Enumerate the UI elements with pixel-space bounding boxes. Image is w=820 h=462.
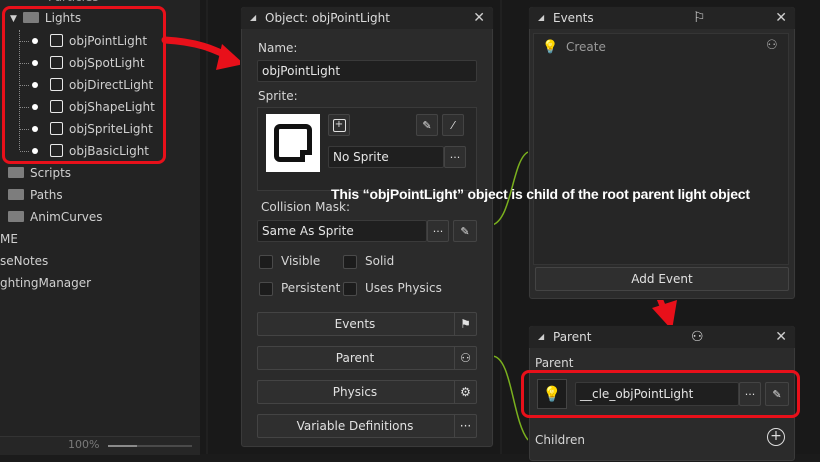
close-icon[interactable]: ✕ [775, 7, 787, 29]
edit-icon: ✎ [460, 224, 470, 238]
sprite-label: Sprite: [258, 89, 298, 103]
hierarchy-icon: ⚇ [766, 38, 778, 53]
object-editor-window: ◢ Object: objPointLight ✕ Name: objPoint… [240, 6, 494, 448]
edit-icon: ✎ [422, 118, 432, 132]
add-event-button[interactable]: Add Event [535, 267, 789, 291]
sprite-select[interactable]: No Sprite [328, 146, 444, 168]
sprite-browse-button[interactable]: ··· [444, 146, 466, 168]
annotation-text: This “objPointLight” object is child of … [331, 186, 750, 202]
add-sprite-icon: + [332, 118, 346, 132]
sprite-preview[interactable] [266, 114, 320, 172]
parent-label: Parent [535, 356, 574, 370]
new-sprite-button[interactable]: + [328, 114, 350, 136]
uses-physics-checkbox[interactable] [343, 282, 357, 296]
visible-checkbox[interactable] [259, 255, 273, 269]
event-item-create[interactable]: Create [566, 40, 606, 54]
highlight-box-parent [521, 370, 800, 418]
events-window: ◢ Events ⚐ ✕ 💡 Create ⚇ Add Event [528, 6, 796, 300]
brush-icon: ⁄ [452, 118, 454, 132]
children-label: Children [535, 433, 585, 447]
close-icon[interactable]: ✕ [775, 326, 787, 348]
solid-checkbox[interactable] [343, 255, 357, 269]
solid-label: Solid [365, 254, 395, 268]
persistent-label: Persistent [281, 281, 341, 295]
hierarchy-icon: ⚇ [454, 346, 476, 370]
parent-button[interactable]: Parent ⚇ [257, 346, 477, 370]
lightbulb-icon: 💡 [542, 40, 559, 55]
events-button-label: Events [334, 317, 376, 331]
variable-definitions-button[interactable]: Variable Definitions ··· [257, 414, 477, 438]
collapse-icon[interactable]: ◢ [250, 7, 256, 29]
window-title: Parent [553, 330, 592, 344]
parent-button-label: Parent [335, 351, 375, 365]
collapse-icon[interactable]: ◢ [538, 326, 544, 348]
physics-button[interactable]: Physics ⚙ [257, 380, 477, 404]
variable-definitions-label: Variable Definitions [296, 419, 414, 433]
window-title: Object: objPointLight [265, 11, 390, 25]
collision-edit-button[interactable]: ✎ [453, 220, 477, 242]
collapse-icon[interactable]: ◢ [538, 7, 544, 29]
name-field[interactable]: objPointLight [257, 60, 477, 82]
ellipsis-icon: ··· [454, 414, 476, 438]
events-list: 💡 Create ⚇ [533, 33, 789, 265]
collision-browse-button[interactable]: ··· [427, 220, 449, 242]
window-title-bar[interactable]: ◢ Events ⚐ ✕ [529, 7, 795, 29]
sprite-placeholder-icon [274, 124, 312, 162]
window-title-bar[interactable]: ◢ Parent ⚇ ✕ [529, 326, 795, 348]
visible-label: Visible [281, 254, 321, 268]
window-title-bar[interactable]: ◢ Object: objPointLight ✕ [241, 7, 493, 29]
hierarchy-icon: ⚇ [691, 329, 704, 345]
collision-mask-select[interactable]: Same As Sprite [257, 220, 427, 242]
window-title: Events [553, 11, 594, 25]
brush-button[interactable]: ⁄ [442, 114, 464, 136]
name-label: Name: [258, 41, 298, 55]
gear-icon: ⚙ [454, 380, 476, 404]
close-icon[interactable]: ✕ [473, 7, 485, 29]
persistent-checkbox[interactable] [259, 282, 273, 296]
add-child-icon[interactable]: + [767, 428, 785, 446]
flag-icon: ⚑ [454, 312, 476, 336]
sprite-panel: + ✎ ⁄ No Sprite ··· [257, 107, 477, 191]
physics-button-label: Physics [332, 385, 378, 399]
collision-mask-label: Collision Mask: [261, 200, 351, 214]
uses-physics-label: Uses Physics [365, 281, 442, 295]
edit-sprite-button[interactable]: ✎ [416, 114, 438, 136]
flag-icon: ⚐ [693, 10, 706, 26]
events-button[interactable]: Events ⚑ [257, 312, 477, 336]
